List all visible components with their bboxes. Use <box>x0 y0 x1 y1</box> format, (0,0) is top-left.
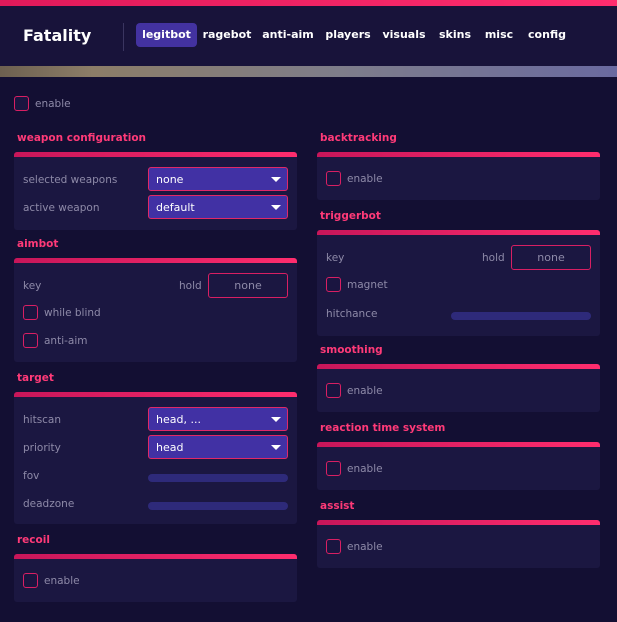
aimbot-key-bind[interactable]: none <box>208 273 288 298</box>
header-bar: Fatality legitbot ragebot anti-aim playe… <box>0 6 617 66</box>
hitscan-label: hitscan <box>23 414 62 426</box>
panel-accent-bar <box>317 520 600 525</box>
priority-label: priority <box>23 442 61 454</box>
smoothing-enable-label: enable <box>347 385 383 397</box>
panel-accent-bar <box>14 392 297 397</box>
selected-weapons-label: selected weapons <box>23 174 118 186</box>
chevron-down-icon <box>271 417 281 422</box>
triggerbot-key-value: none <box>537 251 565 264</box>
hitscan-dropdown[interactable]: head, ... <box>148 407 288 431</box>
while-blind-label: while blind <box>44 307 101 319</box>
deadzone-slider[interactable] <box>148 502 288 510</box>
deadzone-label: deadzone <box>23 498 75 510</box>
header-separator <box>123 23 124 51</box>
triggerbot-key-bind[interactable]: none <box>511 245 591 270</box>
assist-enable-label: enable <box>347 541 383 553</box>
assist-title: assist <box>320 500 355 512</box>
panel-accent-bar <box>317 152 600 157</box>
active-weapon-dropdown[interactable]: default <box>148 195 288 219</box>
target-title: target <box>17 372 54 384</box>
tab-players[interactable]: players <box>325 23 371 47</box>
panel-accent-bar <box>14 258 297 263</box>
chevron-down-icon <box>271 205 281 210</box>
magnet-label: magnet <box>347 279 388 291</box>
magnet-checkbox[interactable] <box>326 277 341 292</box>
reaction-time-enable-label: enable <box>347 463 383 475</box>
backtracking-enable-label: enable <box>347 173 383 185</box>
active-weapon-label: active weapon <box>23 202 100 214</box>
reaction-time-enable-checkbox[interactable] <box>326 461 341 476</box>
aimbot-key-label: key <box>23 280 42 292</box>
active-weapon-value: default <box>156 201 195 214</box>
assist-enable-checkbox[interactable] <box>326 539 341 554</box>
anti-aim-checkbox[interactable] <box>23 333 38 348</box>
hitscan-value: head, ... <box>156 413 201 426</box>
recoil-enable-checkbox[interactable] <box>23 573 38 588</box>
tab-misc[interactable]: misc <box>483 23 515 47</box>
priority-dropdown[interactable]: head <box>148 435 288 459</box>
chevron-down-icon <box>271 177 281 182</box>
recoil-title: recoil <box>17 534 50 546</box>
fov-label: fov <box>23 470 40 482</box>
weapon-configuration-title: weapon configuration <box>17 132 147 144</box>
tab-legitbot[interactable]: legitbot <box>136 23 197 47</box>
triggerbot-title: triggerbot <box>320 210 381 222</box>
backtracking-enable-checkbox[interactable] <box>326 171 341 186</box>
panel-accent-bar <box>317 364 600 369</box>
main-enable-label: enable <box>35 98 71 110</box>
while-blind-checkbox[interactable] <box>23 305 38 320</box>
app-logo: Fatality <box>23 26 92 45</box>
anti-aim-label: anti-aim <box>44 335 88 347</box>
hitchance-label: hitchance <box>326 308 378 320</box>
tab-config[interactable]: config <box>525 23 569 47</box>
recoil-enable-label: enable <box>44 575 80 587</box>
smoothing-title: smoothing <box>320 344 383 356</box>
tab-anti-aim[interactable]: anti-aim <box>261 23 315 47</box>
reaction-time-system-title: reaction time system <box>320 422 446 434</box>
triggerbot-key-mode[interactable]: hold <box>482 252 505 264</box>
panel-accent-bar <box>14 152 297 157</box>
triggerbot-key-label: key <box>326 252 345 264</box>
panel-accent-bar <box>14 554 297 559</box>
tab-skins[interactable]: skins <box>437 23 473 47</box>
tab-ragebot[interactable]: ragebot <box>201 23 253 47</box>
hitchance-slider[interactable] <box>451 312 591 320</box>
aimbot-key-mode[interactable]: hold <box>179 280 202 292</box>
selected-weapons-dropdown[interactable]: none <box>148 167 288 191</box>
chevron-down-icon <box>271 445 281 450</box>
panel-accent-bar <box>317 442 600 447</box>
selected-weapons-value: none <box>156 173 184 186</box>
panel-accent-bar <box>317 230 600 235</box>
priority-value: head <box>156 441 184 454</box>
aimbot-key-value: none <box>234 279 262 292</box>
tab-visuals[interactable]: visuals <box>381 23 427 47</box>
aimbot-title: aimbot <box>17 238 59 250</box>
header-banner <box>0 66 617 77</box>
smoothing-enable-checkbox[interactable] <box>326 383 341 398</box>
backtracking-title: backtracking <box>320 132 397 144</box>
fov-slider[interactable] <box>148 474 288 482</box>
main-enable-checkbox[interactable] <box>14 96 29 111</box>
